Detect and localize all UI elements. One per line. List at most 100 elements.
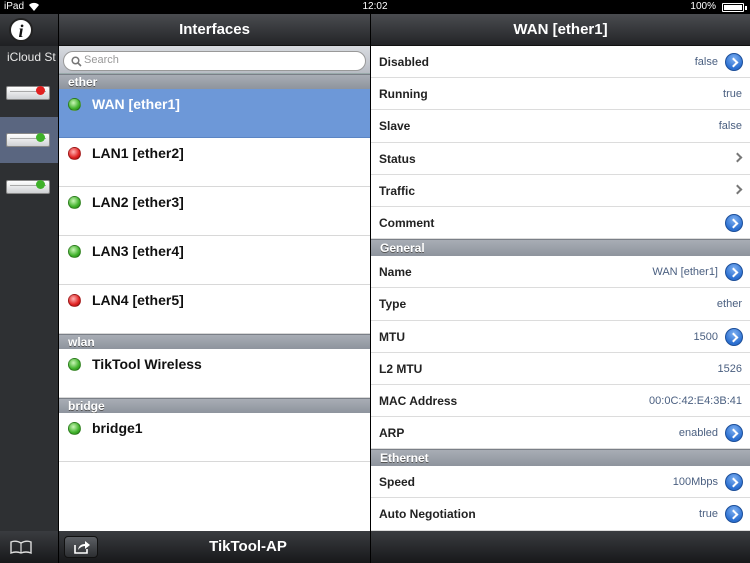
detail-row-comment[interactable]: Comment xyxy=(371,207,750,240)
search-bar xyxy=(59,46,370,74)
status-green-icon xyxy=(68,245,81,258)
field-label: Name xyxy=(379,265,412,280)
interfaces-list: ether WAN [ether1] LAN1 [ether2] LAN2 [ethe… xyxy=(59,74,370,462)
detail-row-auto-negotiation[interactable]: Auto Negotiation true xyxy=(371,498,750,531)
detail-row-speed[interactable]: Speed 100Mbps xyxy=(371,466,750,499)
detail-row-status[interactable]: Status xyxy=(371,143,750,175)
field-value: true xyxy=(723,88,742,101)
field-label: L2 MTU xyxy=(379,361,423,376)
section-header-wlan: wlan xyxy=(59,334,370,349)
clock: 12:02 xyxy=(362,1,388,12)
status-green-icon xyxy=(68,358,81,371)
interfaces-title: Interfaces xyxy=(59,14,370,46)
detail-row-name[interactable]: Name WAN [ether1] xyxy=(371,256,750,289)
router-device-2[interactable] xyxy=(0,117,58,163)
detail-title: WAN [ether1] xyxy=(371,14,750,46)
section-header-general: General xyxy=(371,239,750,257)
device-sidebar: i iCloud St xyxy=(0,14,58,531)
detail-row-slave: Slave false xyxy=(371,110,750,143)
router-icon xyxy=(6,180,50,194)
status-led-green xyxy=(36,133,45,142)
router-device-1[interactable] xyxy=(0,70,58,116)
field-label: Speed xyxy=(379,475,416,490)
detail-row-mac-address: MAC Address 00:0C:42:E4:3B:41 xyxy=(371,385,750,418)
field-label: Traffic xyxy=(379,183,416,198)
router-icon xyxy=(6,133,50,147)
field-label: Status xyxy=(379,151,416,166)
disclosure-button-icon[interactable] xyxy=(725,53,743,71)
detail-panel: WAN [ether1] Disabled false Running true Sla… xyxy=(370,14,750,531)
field-label: Type xyxy=(379,297,407,312)
interface-row[interactable]: LAN4 [ether5] xyxy=(59,285,370,334)
detail-row-arp[interactable]: ARP enabled xyxy=(371,417,750,450)
chevron-right-icon xyxy=(732,152,743,163)
search-input[interactable] xyxy=(84,54,344,66)
router-device-3[interactable] xyxy=(0,164,58,210)
field-value: ether xyxy=(716,298,742,311)
search-icon xyxy=(71,56,82,67)
interface-label: LAN2 [ether3] xyxy=(92,194,184,210)
search-box[interactable] xyxy=(63,51,366,71)
interface-label: TikTool Wireless xyxy=(92,356,202,372)
interface-label: LAN3 [ether4] xyxy=(92,243,184,259)
detail-row-traffic[interactable]: Traffic xyxy=(371,175,750,207)
interface-label: LAN1 [ether2] xyxy=(92,145,184,161)
status-led-green xyxy=(36,180,45,189)
router-icon xyxy=(6,86,50,100)
bookmarks-icon[interactable] xyxy=(10,540,32,554)
disclosure-button-icon[interactable] xyxy=(725,213,743,232)
disclosure-button-icon[interactable] xyxy=(725,505,743,524)
interface-label: WAN [ether1] xyxy=(92,96,180,112)
detail-row-type: Type ether xyxy=(371,288,750,321)
status-red-icon xyxy=(68,294,81,307)
field-label: Comment xyxy=(379,215,435,230)
detail-row-disabled[interactable]: Disabled false xyxy=(371,46,750,79)
interface-row[interactable]: LAN2 [ether3] xyxy=(59,187,370,236)
info-icon[interactable]: i xyxy=(9,18,33,42)
interface-row[interactable]: WAN [ether1] xyxy=(59,89,370,138)
toolbar-divider xyxy=(370,531,371,563)
interface-label: LAN4 [ether5] xyxy=(92,292,184,308)
section-header-bridge: bridge xyxy=(59,398,370,413)
disclosure-button-icon[interactable] xyxy=(725,424,743,443)
status-bar: iPad 12:02 100% xyxy=(0,0,750,14)
field-value: enabled xyxy=(678,427,718,440)
bottom-toolbar: TikTool-AP xyxy=(0,531,750,563)
field-value: 00:0C:42:E4:3B:41 xyxy=(649,394,742,407)
field-value: false xyxy=(718,120,742,133)
field-label: MAC Address xyxy=(379,393,458,408)
battery-icon xyxy=(722,3,747,12)
section-header-ethernet: Ethernet xyxy=(371,449,750,467)
status-led-red xyxy=(36,86,45,95)
detail-row-l2-mtu: L2 MTU 1526 xyxy=(371,353,750,385)
interface-row[interactable]: bridge1 xyxy=(59,413,370,462)
status-green-icon xyxy=(68,196,81,209)
disclosure-button-icon[interactable] xyxy=(725,327,743,346)
chevron-right-icon xyxy=(732,184,743,195)
interface-row[interactable]: TikTool Wireless xyxy=(59,349,370,398)
detail-row-running: Running true xyxy=(371,78,750,111)
icloud-label[interactable]: iCloud St xyxy=(7,50,58,64)
interface-row[interactable]: LAN3 [ether4] xyxy=(59,236,370,285)
field-label: MTU xyxy=(379,329,405,344)
field-value: 1500 xyxy=(693,330,718,343)
interface-label: bridge1 xyxy=(92,420,143,436)
interface-row[interactable]: LAN1 [ether2] xyxy=(59,138,370,187)
status-green-icon xyxy=(68,98,81,111)
field-label: Auto Negotiation xyxy=(379,507,476,522)
disclosure-button-icon[interactable] xyxy=(725,473,743,492)
detail-row-mtu[interactable]: MTU 1500 xyxy=(371,321,750,353)
field-value: false xyxy=(694,56,718,68)
field-value: 1526 xyxy=(717,362,742,375)
interfaces-panel: Interfaces ether WAN [ether1] LAN1 [ether2… xyxy=(58,14,370,531)
sidebar-toolbar: i xyxy=(0,14,58,46)
field-value: WAN [ether1] xyxy=(652,266,718,279)
section-header-ether: ether xyxy=(59,74,370,89)
field-value: true xyxy=(699,508,718,521)
battery-percent: 100% xyxy=(690,1,716,12)
disclosure-button-icon[interactable] xyxy=(725,263,743,282)
status-red-icon xyxy=(68,147,81,160)
device-name: TikTool-AP xyxy=(209,538,287,555)
field-label: ARP xyxy=(379,426,405,441)
status-green-icon xyxy=(68,422,81,435)
